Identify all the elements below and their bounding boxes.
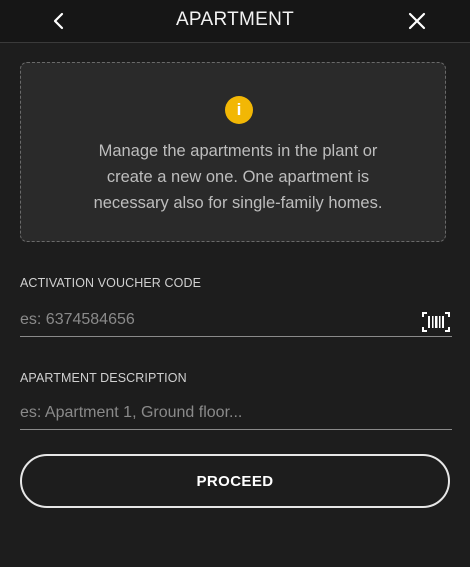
info-line-2: create a new one. One apartment is: [106, 168, 370, 186]
apartment-description-input[interactable]: [20, 397, 452, 430]
info-message: Manage the apartments in the plant or cr…: [40, 138, 436, 216]
barcode-scan-icon: [422, 312, 450, 332]
apartment-description-label: APARTMENT DESCRIPTION: [20, 371, 187, 385]
info-line-1: Manage the apartments in the plant or: [98, 142, 378, 160]
header-bar: APARTMENT: [0, 0, 470, 43]
info-icon: i: [225, 96, 253, 124]
info-line-3: necessary also for single-family homes.: [93, 194, 383, 212]
close-icon: [408, 12, 426, 30]
page-title: APARTMENT: [175, 9, 295, 30]
voucher-code-label: ACTIVATION VOUCHER CODE: [20, 276, 202, 290]
voucher-code-input[interactable]: [20, 304, 452, 337]
proceed-button[interactable]: PROCEED: [20, 454, 450, 508]
close-button[interactable]: [402, 6, 432, 36]
barcode-scan-button[interactable]: [420, 309, 452, 335]
